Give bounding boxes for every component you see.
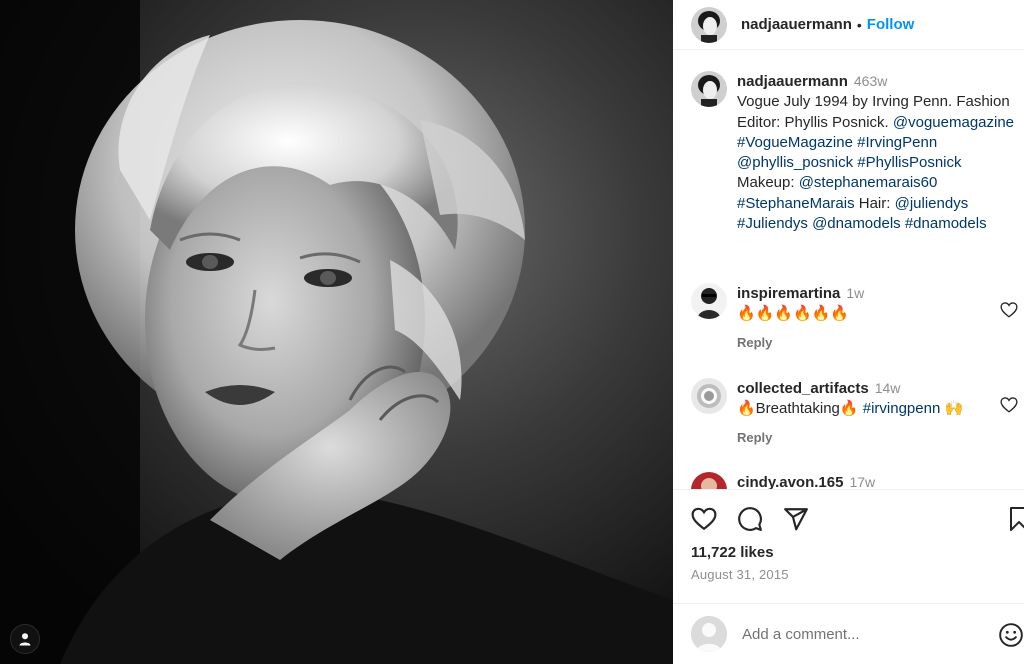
caption-avatar-image [691,71,727,107]
comment-username[interactable]: cindy.avon.165 [737,474,843,489]
hashtag-link[interactable]: #irvingpenn [863,400,941,417]
comment-time[interactable]: 17w [849,474,875,489]
bookmark-icon[interactable] [1008,506,1024,532]
action-bar [691,506,1024,534]
comment-time[interactable]: 1w [846,285,864,301]
comment-text-part: 🔥Breathtaking🔥 [737,400,863,417]
post-header: nadjaauermann • Follow [673,0,1024,50]
comment-time[interactable]: 14w [875,380,901,396]
caption-text-part: Makeup: [737,174,799,192]
hashtag-link[interactable]: #VogueMagazine [737,134,853,151]
current-user-avatar [691,616,727,652]
paper-plane-icon[interactable] [783,506,809,532]
comment-text: 🔥🔥🔥🔥🔥🔥 [737,305,850,322]
reply-button[interactable]: Reply [737,428,987,448]
commenter-avatar[interactable] [691,283,727,319]
comment-body: collected_artifacts 14w 🔥Breathtaking🔥 #i… [737,378,987,448]
hashtag-link[interactable]: #dnamodels [905,215,987,232]
author-avatar-image [691,6,727,43]
caption: nadjaauermann 463w Vogue July 1994 by Irv… [691,71,1024,234]
add-comment-bar [673,603,1024,664]
like-comment-heart-icon[interactable] [1000,396,1018,414]
caption-time[interactable]: 463w [854,73,887,89]
mention-link[interactable]: @phyllis_posnick [737,154,853,171]
caption-username[interactable]: nadjaauermann [737,73,848,90]
comment-body: cindy.avon.165 17w [737,472,987,489]
tagged-user-button[interactable] [10,624,40,654]
comment-item: collected_artifacts 14w 🔥Breathtaking🔥 #i… [691,378,1024,448]
mention-link[interactable]: @dnamodels [812,215,901,232]
comment-body: inspiremartina 1w 🔥🔥🔥🔥🔥🔥 Reply [737,283,987,353]
likes-count[interactable]: 11,722 likes [691,544,774,561]
default-avatar-icon [691,616,727,652]
reply-button[interactable]: Reply [737,333,987,353]
post-side-panel: nadjaauermann • Follow nadjaauermann 463w… [673,0,1024,664]
comment-username[interactable]: inspiremartina [737,285,840,302]
caption-text-part: Hair: [854,194,895,212]
author-username[interactable]: nadjaauermann [741,16,852,33]
commenter-avatar-image [691,378,727,414]
post-photo[interactable] [0,0,673,664]
caption-text: Vogue July 1994 by Irving Penn. Fashion … [737,92,1017,234]
hashtag-link[interactable]: #PhyllisPosnick [857,154,961,171]
comment-bubble-icon[interactable] [737,506,763,532]
hashtag-link[interactable]: #StephaneMarais [737,195,855,212]
post-date[interactable]: August 31, 2015 [691,567,789,582]
emoji-icon[interactable] [998,622,1024,648]
add-comment-input[interactable] [742,625,982,643]
divider [673,489,1024,490]
comment-text-part: 🙌 [940,400,964,417]
comment-item: inspiremartina 1w 🔥🔥🔥🔥🔥🔥 Reply [691,283,1024,353]
person-icon [19,633,31,646]
caption-body: nadjaauermann 463w Vogue July 1994 by Irv… [737,71,1017,234]
caption-avatar[interactable] [691,71,727,107]
mention-link[interactable]: @stephanemarais60 [799,174,938,191]
comment-item: cindy.avon.165 17w [691,472,1024,489]
hashtag-link[interactable]: #Juliendys [737,215,808,232]
commenter-avatar[interactable] [691,472,727,489]
commenter-avatar[interactable] [691,378,727,414]
comments-list[interactable]: nadjaauermann 463w Vogue July 1994 by Irv… [673,51,1024,489]
commenter-avatar-image [691,283,727,319]
separator-dot: • [856,16,862,33]
follow-button[interactable]: Follow [867,16,915,33]
like-comment-heart-icon[interactable] [1000,301,1018,319]
mention-link[interactable]: @juliendys [895,195,969,212]
author-avatar[interactable] [691,6,727,43]
comment-username[interactable]: collected_artifacts [737,380,869,397]
hashtag-link[interactable]: #IrvingPenn [857,134,937,151]
comment-text: 🔥Breathtaking🔥 #irvingpenn 🙌 [737,399,987,419]
commenter-avatar-image [691,472,727,489]
portrait-image [0,0,673,664]
mention-link[interactable]: @voguemagazine [893,114,1014,131]
heart-icon[interactable] [691,506,717,532]
